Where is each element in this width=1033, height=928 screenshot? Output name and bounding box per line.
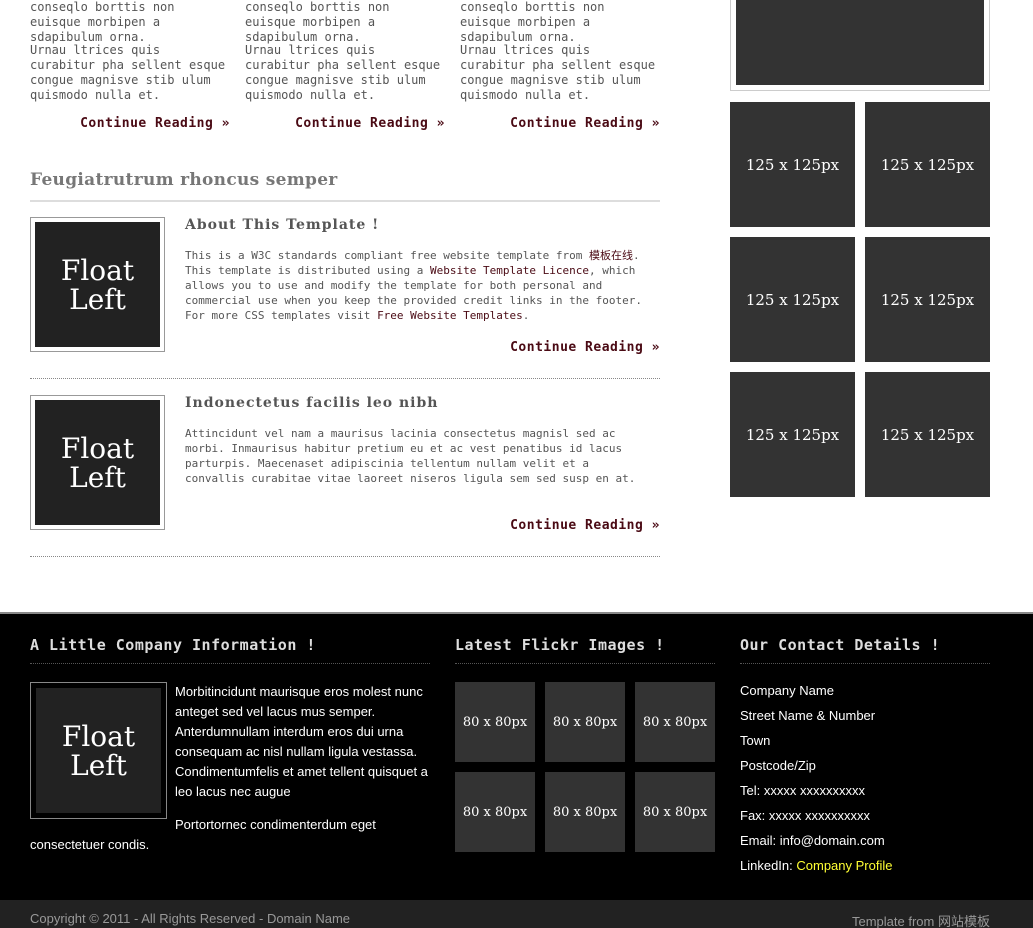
ad-banner[interactable]: 125 x 125px	[865, 237, 990, 362]
template-site-link[interactable]: 模板在线	[589, 249, 633, 262]
post-title: Indonectetus facilis leo nibh	[185, 395, 439, 411]
flickr-image[interactable]: 80 x 80px	[635, 682, 715, 762]
footer-company-text: Portortornec condimenterdum eget	[175, 817, 376, 832]
continue-reading-link[interactable]: Continue Reading »	[510, 340, 660, 355]
company-profile-link[interactable]: Company Profile	[796, 858, 892, 873]
copyright-text: Copyright © 2011 - All Rights Reserved -…	[30, 911, 351, 926]
contact-tel: Tel: xxxxx xxxxxxxxxx	[740, 783, 865, 798]
footer-company-text: consectetuer condis.	[30, 837, 150, 852]
copyright-bar: Copyright © 2011 - All Rights Reserved -…	[0, 900, 1033, 928]
footer-company-text: Morbitincidunt maurisque eros molest nun…	[175, 684, 428, 799]
flickr-image[interactable]: 80 x 80px	[455, 772, 535, 852]
footer: A Little Company Information ! Float Left…	[0, 612, 1033, 900]
post-title: About This Template !	[185, 217, 380, 233]
template-credit: Template from 网站模板	[852, 914, 990, 928]
contact-street: Street Name & Number	[740, 708, 876, 723]
post-divider	[30, 378, 660, 379]
flickr-image[interactable]: 80 x 80px	[545, 772, 625, 852]
post-body: Attincidunt vel nam a maurisus lacinia c…	[185, 427, 636, 485]
post-indonectetus: Float Left Indonectetus facilis leo nibh …	[30, 395, 660, 560]
post-about-template: Float Left About This Template ! This is …	[30, 217, 660, 382]
video-placeholder[interactable]	[730, 0, 990, 91]
footer-contact-heading: Our Contact Details !	[740, 636, 990, 664]
flickr-image[interactable]: 80 x 80px	[545, 682, 625, 762]
contact-company-name: Company Name	[740, 683, 834, 698]
contact-linkedin: LinkedIn: Company Profile	[740, 858, 893, 873]
contact-fax: Fax: xxxxx xxxxxxxxxx	[740, 808, 871, 823]
float-left-image: Float Left	[35, 222, 160, 347]
contact-town: Town	[740, 733, 771, 748]
continue-reading-link[interactable]: Continue Reading »	[510, 116, 660, 131]
footer-thumbnail: Float Left	[30, 682, 167, 819]
flickr-image[interactable]: 80 x 80px	[635, 772, 715, 852]
post-divider	[30, 556, 660, 557]
footer-flickr-heading: Latest Flickr Images !	[455, 636, 715, 664]
continue-reading-link[interactable]: Continue Reading »	[510, 518, 660, 533]
column-text: conseqlo borttis non euisque morbipen a …	[245, 0, 390, 44]
section-title: Feugiatrutrum rhoncus semper	[30, 170, 660, 202]
post-thumbnail: Float Left	[30, 395, 165, 530]
column-text: Urnau ltrices quis curabitur pha sellent…	[245, 43, 441, 102]
ad-banner[interactable]: 125 x 125px	[730, 237, 855, 362]
column-text: conseqlo borttis non euisque morbipen a …	[460, 0, 605, 44]
float-left-image: Float Left	[36, 688, 161, 813]
contact-postcode: Postcode/Zip	[740, 758, 816, 773]
licence-link[interactable]: Website Template Licence	[430, 264, 589, 277]
continue-reading-link[interactable]: Continue Reading »	[295, 116, 445, 131]
ad-banner[interactable]: 125 x 125px	[865, 102, 990, 227]
post-thumbnail: Float Left	[30, 217, 165, 352]
ad-banner[interactable]: 125 x 125px	[730, 372, 855, 497]
flickr-image[interactable]: 80 x 80px	[455, 682, 535, 762]
template-credit-link[interactable]: 网站模板	[938, 914, 990, 928]
continue-reading-link[interactable]: Continue Reading »	[80, 116, 230, 131]
contact-details: Company Name Street Name & Number Town P…	[740, 682, 892, 882]
free-templates-link[interactable]: Free Website Templates	[377, 309, 523, 322]
column-text: Urnau ltrices quis curabitur pha sellent…	[460, 43, 656, 102]
column-text: conseqlo borttis non euisque morbipen a …	[30, 0, 175, 44]
contact-email: Email: info@domain.com	[740, 833, 885, 848]
ad-banner[interactable]: 125 x 125px	[730, 102, 855, 227]
column-text: Urnau ltrices quis curabitur pha sellent…	[30, 43, 226, 102]
post-body: This is a W3C standards compliant free w…	[185, 249, 642, 322]
ad-banner[interactable]: 125 x 125px	[865, 372, 990, 497]
float-left-image: Float Left	[35, 400, 160, 525]
footer-company-heading: A Little Company Information !	[30, 636, 430, 664]
